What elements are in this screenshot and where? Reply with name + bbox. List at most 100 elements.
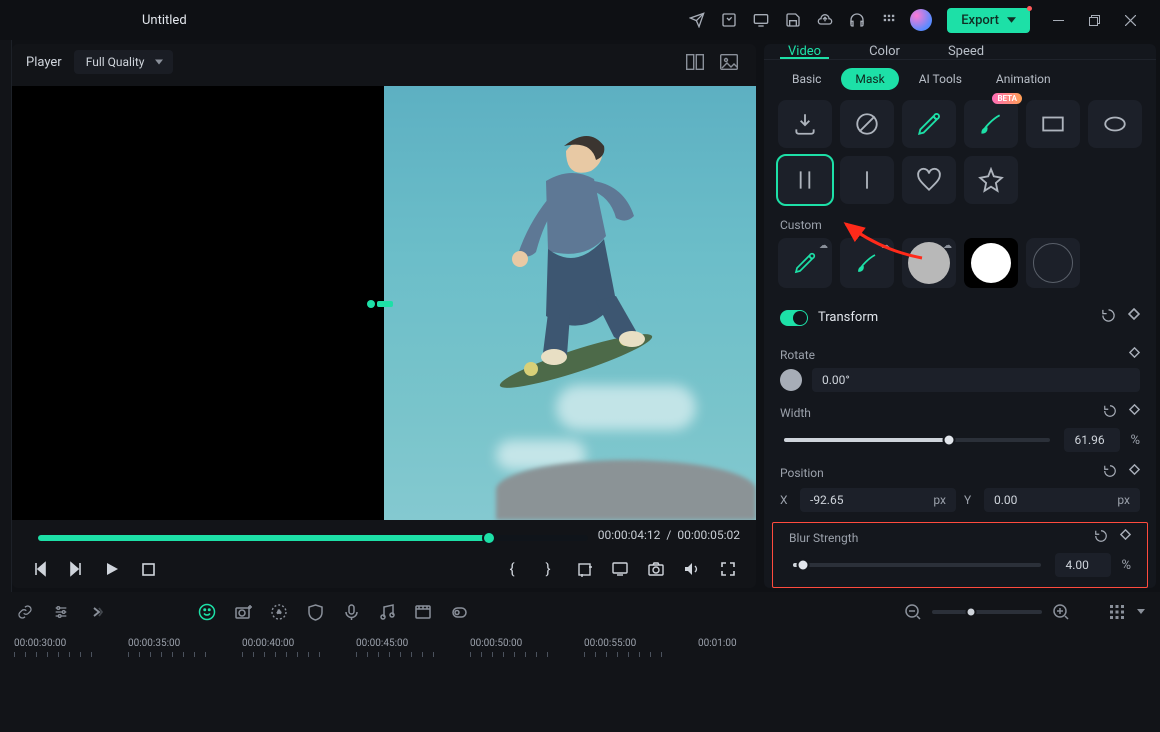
mask-pen[interactable] [902, 100, 956, 148]
crop-icon[interactable] [572, 557, 596, 581]
blur-strength-highlight: Blur Strength 4.00 % [772, 522, 1148, 588]
keyframe-icon[interactable] [1128, 308, 1140, 327]
snapshot-icon[interactable] [713, 6, 745, 34]
mask-single-line[interactable] [840, 156, 894, 204]
marker-icon[interactable] [448, 601, 470, 623]
width-slider[interactable] [784, 438, 1050, 442]
share-icon[interactable] [681, 6, 713, 34]
preview-video-frame [384, 86, 756, 520]
prev-frame-button[interactable] [28, 557, 52, 581]
mask-import[interactable] [778, 100, 832, 148]
player-label: Player [26, 55, 62, 70]
timeline-ruler[interactable]: 00:00:30:00 00:00:35:00 00:00:40:00 00:0… [0, 632, 1160, 684]
save-icon[interactable] [777, 6, 809, 34]
grid-dropdown-icon[interactable] [1136, 601, 1146, 623]
cast-icon[interactable] [608, 557, 632, 581]
mask-brush[interactable]: BETA [964, 100, 1018, 148]
position-x-value[interactable]: -92.65px [800, 488, 956, 512]
mask-none[interactable] [840, 100, 894, 148]
custom-pen-upload[interactable]: ☁ [778, 238, 832, 288]
custom-mask-white[interactable] [964, 238, 1018, 288]
upload-icon: ☁ [943, 241, 952, 251]
headphones-icon[interactable] [841, 6, 873, 34]
tab-color[interactable]: Color [845, 44, 924, 59]
rotate-knob[interactable] [780, 369, 802, 391]
fullscreen-icon[interactable] [716, 557, 740, 581]
smiley-icon[interactable] [196, 601, 218, 623]
keyframe-icon[interactable] [1129, 464, 1140, 482]
rotate-value[interactable]: 0.00° [812, 368, 1140, 392]
mask-handle[interactable] [367, 300, 393, 308]
grid-icon[interactable] [1106, 601, 1128, 623]
subtab-ai-tools[interactable]: AI Tools [905, 68, 976, 90]
mask-double-line[interactable] [778, 156, 832, 204]
zoom-in-icon[interactable] [1050, 601, 1072, 623]
window-minimize-button[interactable] [1040, 6, 1076, 34]
x-label: X [780, 493, 792, 507]
keyframe-icon[interactable] [1129, 404, 1140, 422]
microphone-icon[interactable] [340, 601, 362, 623]
mask-heart[interactable] [902, 156, 956, 204]
reset-icon[interactable] [1094, 529, 1108, 547]
transform-group: Transform [764, 298, 1156, 341]
width-value[interactable]: 61.96 [1064, 428, 1120, 452]
keyframe-icon[interactable] [1129, 347, 1140, 362]
play-button[interactable] [100, 557, 124, 581]
custom-mask-outline[interactable] [1026, 238, 1080, 288]
cloud-icon[interactable] [809, 6, 841, 34]
shield-icon[interactable] [304, 601, 326, 623]
zoom-out-icon[interactable] [902, 601, 924, 623]
picture-icon[interactable] [716, 51, 742, 73]
monitor-icon[interactable] [745, 6, 777, 34]
time-display: 00:00:04:12 / 00:00:05:02 [598, 528, 740, 542]
blur-value[interactable]: 4.00 [1055, 553, 1111, 577]
subtab-basic[interactable]: Basic [778, 68, 835, 90]
custom-brush-upload[interactable]: ☁ [840, 238, 894, 288]
reset-icon[interactable] [1103, 404, 1117, 422]
layout-icon[interactable] [682, 51, 708, 73]
current-time: 00:00:04:12 [598, 528, 661, 542]
mask-star[interactable] [964, 156, 1018, 204]
timeline-panel: 00:00:30:00 00:00:35:00 00:00:40:00 00:0… [0, 592, 1160, 732]
playback-progress[interactable] [38, 535, 588, 541]
clip-icon[interactable] [412, 601, 434, 623]
tab-speed[interactable]: Speed [924, 44, 1008, 59]
reset-icon[interactable] [1101, 308, 1116, 327]
transform-toggle[interactable] [780, 310, 808, 326]
keyframe-icon[interactable] [1120, 529, 1131, 547]
next-frame-button[interactable] [64, 557, 88, 581]
reset-icon[interactable] [1103, 464, 1117, 482]
preview-toolbar: Player Full Quality [12, 44, 756, 80]
window-restore-button[interactable] [1076, 6, 1112, 34]
expand-toolbar-icon[interactable] [86, 601, 108, 623]
link-icon[interactable] [14, 601, 36, 623]
mark-in-button[interactable]: { [500, 557, 524, 581]
custom-mask-gray[interactable]: ☁ [902, 238, 956, 288]
subtab-animation[interactable]: Animation [982, 68, 1065, 90]
volume-icon[interactable] [680, 557, 704, 581]
record-icon[interactable] [268, 601, 290, 623]
position-y-value[interactable]: 0.00px [984, 488, 1140, 512]
mask-ellipse[interactable] [1088, 100, 1142, 148]
subtab-mask[interactable]: Mask [841, 68, 898, 90]
tab-video[interactable]: Video [764, 44, 845, 59]
camera-plus-icon[interactable] [232, 601, 254, 623]
window-close-button[interactable] [1112, 6, 1148, 34]
time-mark: 00:01:00 [698, 638, 737, 649]
blur-slider[interactable] [793, 563, 1041, 567]
settings-icon[interactable] [50, 601, 72, 623]
apps-icon[interactable] [873, 6, 905, 34]
zoom-slider[interactable] [932, 610, 1042, 614]
rotate-label: Rotate [780, 348, 815, 362]
time-mark: 00:00:40:00 [242, 638, 294, 649]
camera-icon[interactable] [644, 557, 668, 581]
mask-rectangle[interactable] [1026, 100, 1080, 148]
stop-button[interactable] [136, 557, 160, 581]
user-avatar[interactable] [905, 6, 937, 34]
mark-out-button[interactable]: } [536, 557, 560, 581]
preview-stage[interactable] [12, 86, 756, 520]
music-icon[interactable] [376, 601, 398, 623]
export-button[interactable]: Export [947, 8, 1030, 33]
quality-select[interactable]: Full Quality [74, 50, 173, 74]
time-mark: 00:00:30:00 [14, 638, 66, 649]
